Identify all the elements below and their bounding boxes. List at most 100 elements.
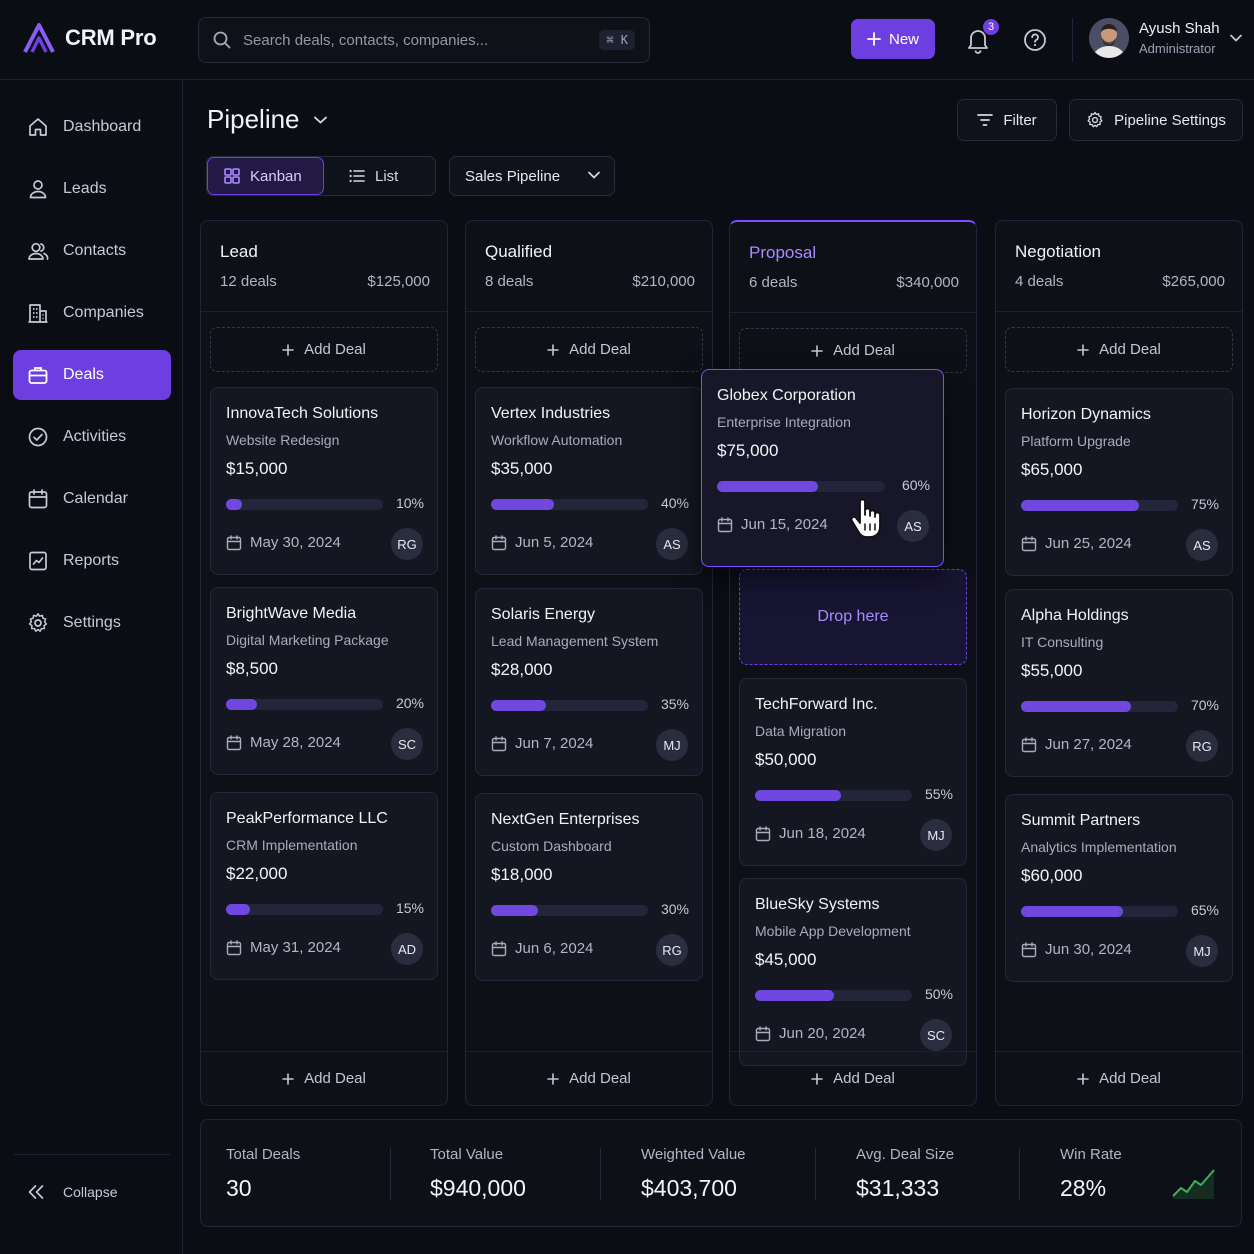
pipeline-settings-label: Pipeline Settings: [1114, 111, 1226, 129]
page-title[interactable]: Pipeline: [207, 104, 327, 135]
deal-card[interactable]: Globex Corporation Enterprise Integration…: [701, 369, 944, 567]
deal-company: TechForward Inc.: [755, 696, 878, 713]
add-deal-button[interactable]: Add Deal: [730, 1051, 976, 1105]
add-deal-button[interactable]: Add Deal: [201, 1051, 447, 1105]
deal-company: BlueSky Systems: [755, 896, 880, 913]
deal-card[interactable]: Alpha Holdings IT Consulting $55,000 70% Jun…: [1005, 589, 1233, 777]
stat-total-deals: Total Deals 30: [226, 1146, 300, 1202]
owner-avatar[interactable]: RG: [656, 934, 688, 966]
add-deal-button[interactable]: Add Deal: [466, 1051, 712, 1105]
sidebar-item-settings[interactable]: Settings: [13, 598, 171, 648]
pipeline-settings-button[interactable]: Pipeline Settings: [1069, 99, 1243, 141]
deal-card[interactable]: Horizon Dynamics Platform Upgrade $65,000 7…: [1005, 388, 1233, 576]
filter-button[interactable]: Filter: [957, 99, 1057, 141]
add-deal-button[interactable]: Add Deal: [475, 327, 703, 372]
owner-avatar[interactable]: SC: [920, 1019, 952, 1051]
search-bar[interactable]: ⌘ K: [198, 17, 650, 63]
owner-avatar[interactable]: AS: [656, 528, 688, 560]
sidebar-item-activities[interactable]: Activities: [13, 412, 171, 462]
sidebar-item-contacts[interactable]: Contacts: [13, 226, 171, 276]
collapse-label: Collapse: [63, 1184, 118, 1200]
column-title: Lead: [220, 242, 258, 261]
plus-icon: [547, 343, 559, 356]
deal-close-date: May 31, 2024: [226, 939, 341, 956]
sidebar-divider: [14, 1154, 170, 1155]
deal-card[interactable]: BrightWave Media Digital Marketing Packag…: [210, 587, 438, 775]
deal-date-text: Jun 6, 2024: [515, 940, 594, 957]
calendar-icon: [755, 825, 771, 841]
deal-progress-track: [226, 499, 383, 510]
sidebar-item-leads[interactable]: Leads: [13, 164, 171, 214]
deal-progress-fill: [226, 904, 250, 915]
deal-card[interactable]: Vertex Industries Workflow Automation $35,…: [475, 387, 703, 575]
sidebar-item-calendar[interactable]: Calendar: [13, 474, 171, 524]
deal-progress-fill: [717, 481, 818, 492]
app-logo[interactable]: CRM Pro: [22, 22, 157, 54]
pipeline-select-value: Sales Pipeline: [465, 167, 561, 185]
owner-avatar[interactable]: AD: [391, 933, 423, 965]
sidebar-item-companies[interactable]: Companies: [13, 288, 171, 338]
help-icon[interactable]: [1023, 28, 1047, 52]
deal-company: Horizon Dynamics: [1021, 406, 1151, 423]
owner-avatar[interactable]: SC: [391, 728, 423, 760]
deal-project: IT Consulting: [1021, 634, 1104, 650]
gear-icon: [28, 613, 48, 632]
tab-list[interactable]: List: [349, 157, 398, 195]
chevron-down-icon[interactable]: [1230, 34, 1242, 42]
deal-card[interactable]: NextGen Enterprises Custom Dashboard $18,0…: [475, 793, 703, 981]
deal-company: Globex Corporation: [717, 387, 856, 404]
owner-avatar[interactable]: AS: [1186, 529, 1218, 561]
add-deal-button[interactable]: Add Deal: [210, 327, 438, 372]
deal-card[interactable]: PeakPerformance LLC CRM Implementation $22…: [210, 792, 438, 980]
owner-avatar[interactable]: RG: [391, 528, 423, 560]
collapse-button[interactable]: Collapse: [27, 1184, 117, 1200]
tab-kanban[interactable]: Kanban: [207, 157, 324, 195]
user-name: Ayush Shah: [1139, 20, 1220, 37]
deal-progress-label: 70%: [1190, 697, 1219, 713]
avatar-person-icon: [1089, 18, 1129, 58]
deal-card[interactable]: TechForward Inc. Data Migration $50,000 55%…: [739, 678, 967, 866]
drop-zone[interactable]: Drop here: [739, 569, 967, 665]
sidebar-item-deals[interactable]: Deals: [13, 350, 171, 400]
plus-icon: [811, 344, 823, 357]
add-deal-button[interactable]: Add Deal: [739, 328, 967, 373]
add-deal-label: Add Deal: [304, 1070, 366, 1087]
deal-progress-fill: [491, 905, 539, 916]
deal-card[interactable]: BlueSky Systems Mobile App Development $45…: [739, 878, 967, 1066]
add-deal-label: Add Deal: [833, 1070, 895, 1087]
column-divider: [466, 311, 712, 312]
search-input[interactable]: [243, 31, 600, 49]
calendar-icon: [226, 939, 242, 955]
deal-date-text: Jun 5, 2024: [515, 534, 594, 551]
deal-card[interactable]: Summit Partners Analytics Implementation $…: [1005, 794, 1233, 982]
sidebar-item-reports[interactable]: Reports: [13, 536, 171, 586]
tab-list-label: List: [375, 167, 399, 185]
pipeline-select[interactable]: Sales Pipeline: [449, 156, 615, 196]
column-title: Negotiation: [1015, 242, 1102, 261]
deal-company: Summit Partners: [1021, 812, 1141, 829]
owner-avatar[interactable]: AS: [897, 510, 929, 542]
deal-amount: $50,000: [755, 750, 817, 769]
deal-amount: $15,000: [226, 459, 288, 478]
owner-avatar[interactable]: MJ: [656, 729, 688, 761]
deal-card[interactable]: InnovaTech Solutions Website Redesign $15,…: [210, 387, 438, 575]
chevron-down-icon: [313, 116, 327, 124]
deal-card[interactable]: Solaris Energy Lead Management System $28,…: [475, 588, 703, 776]
hand-cursor-icon: [850, 498, 881, 538]
add-deal-button[interactable]: Add Deal: [1005, 327, 1233, 372]
stat-label: Weighted Value: [641, 1146, 746, 1163]
sidebar-item-dashboard[interactable]: Dashboard: [13, 102, 171, 152]
add-deal-button[interactable]: Add Deal: [996, 1051, 1242, 1105]
deal-progress-label: 30%: [660, 901, 689, 917]
deal-close-date: Jun 18, 2024: [755, 825, 866, 842]
user-role: Administrator: [1139, 41, 1216, 56]
owner-avatar[interactable]: RG: [1186, 730, 1218, 762]
page-title-text: Pipeline: [207, 104, 300, 134]
user-menu[interactable]: Ayush Shah Administrator: [1089, 18, 1220, 58]
calendar-icon: [1021, 736, 1037, 752]
new-button[interactable]: New: [851, 19, 935, 59]
deal-close-date: Jun 27, 2024: [1021, 736, 1132, 753]
owner-avatar[interactable]: MJ: [1186, 935, 1218, 967]
deal-close-date: Jun 6, 2024: [491, 940, 593, 957]
owner-avatar[interactable]: MJ: [920, 819, 952, 851]
